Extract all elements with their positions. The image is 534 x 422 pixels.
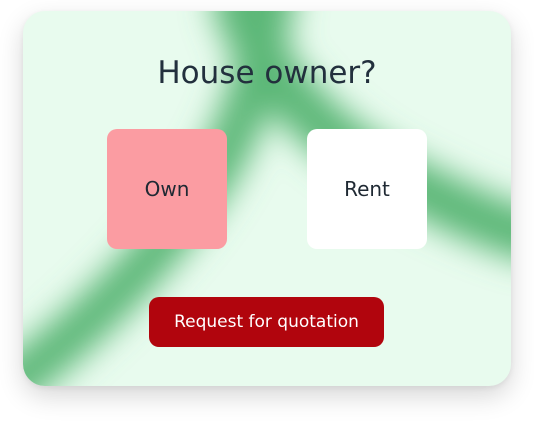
quote-card: House owner? Own Rent Request for quotat… [23, 11, 511, 386]
page-title: House owner? [157, 55, 377, 91]
request-quotation-button[interactable]: Request for quotation [149, 297, 384, 347]
option-own-button[interactable]: Own [107, 129, 227, 249]
option-own-label: Own [144, 177, 190, 201]
option-rent-label: Rent [344, 177, 390, 201]
option-rent-button[interactable]: Rent [307, 129, 427, 249]
